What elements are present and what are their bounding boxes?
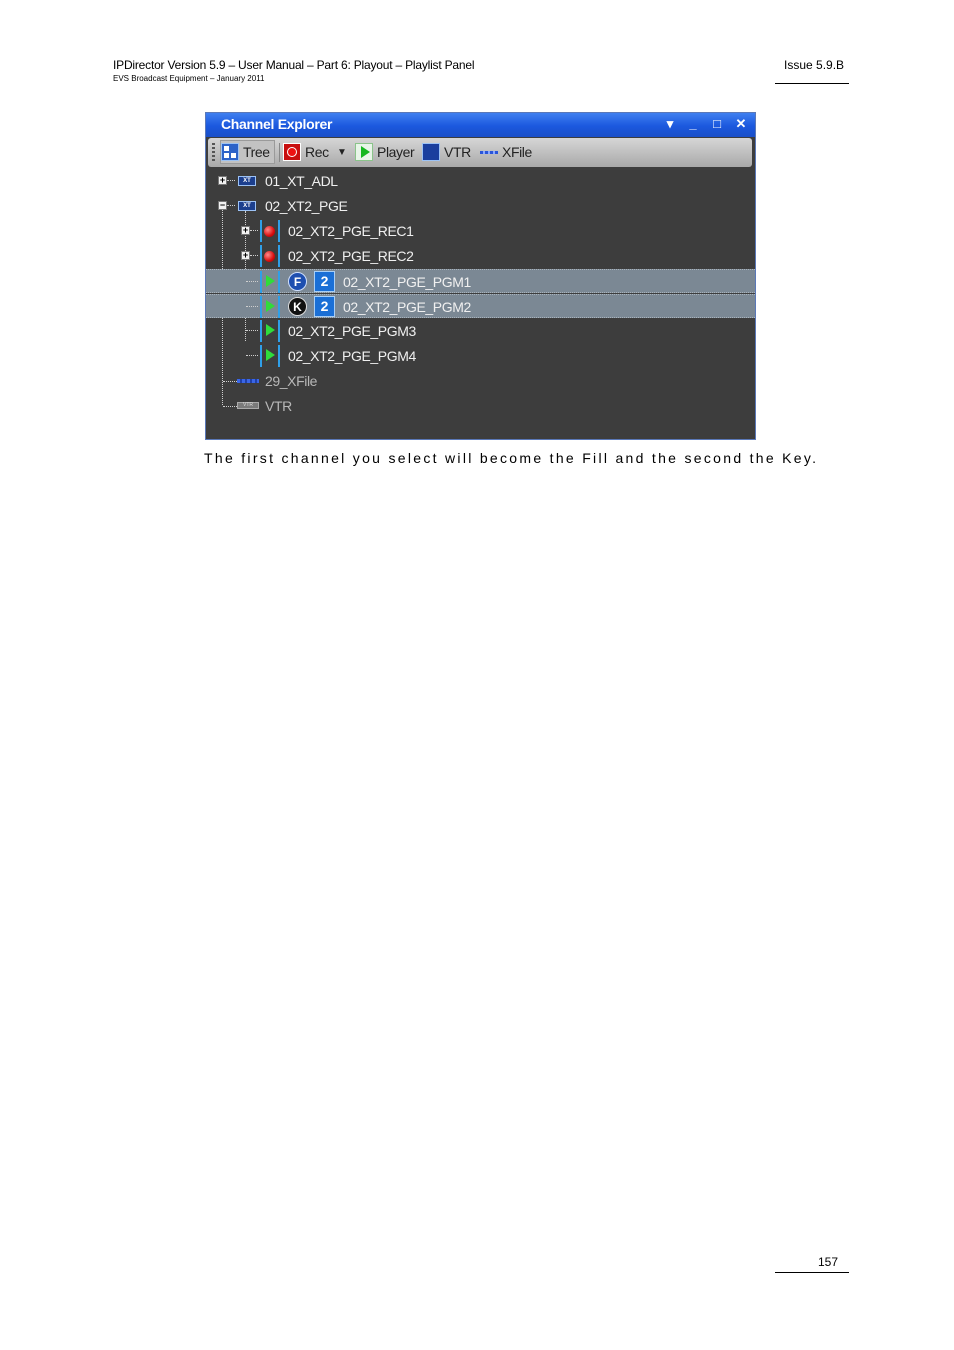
vtr-button[interactable]: VTR <box>422 140 471 164</box>
expand-icon[interactable]: + <box>218 176 227 185</box>
tree-line <box>246 281 258 282</box>
xfile-icon <box>480 143 498 161</box>
close-button[interactable]: ✕ <box>732 115 750 133</box>
xfile-button[interactable]: XFile <box>480 140 532 164</box>
dropdown-button[interactable]: ▾ <box>661 115 679 133</box>
channel-explorer-window: Channel Explorer ▾ _ □ ✕ Tree Rec ▼ Play… <box>205 112 756 440</box>
play-icon <box>266 324 275 336</box>
tree-button-label: Tree <box>243 144 270 160</box>
play-icon <box>355 143 373 161</box>
tree-item-xfile[interactable]: 29_XFile <box>206 369 755 393</box>
page-number: 157 <box>818 1255 839 1269</box>
play-icon <box>266 300 275 312</box>
key-badge-icon: K <box>288 297 307 316</box>
tree-line <box>227 205 235 206</box>
tree-item-label: 02_XT2_PGE <box>265 198 348 214</box>
tree-item-label: 02_XT2_PGE_PGM3 <box>288 323 416 339</box>
minimize-button[interactable]: _ <box>684 115 702 133</box>
tree-item-pgm2[interactable]: K 2 02_XT2_PGE_PGM2 <box>206 294 755 318</box>
tree-item-label: 02_XT2_PGE_REC2 <box>288 248 414 264</box>
rec-button[interactable]: Rec <box>283 140 329 164</box>
tree-icon <box>221 143 239 161</box>
header-issue: Issue 5.9.B <box>784 58 845 72</box>
tree-item-02-xt2-pge[interactable]: − XT 02_XT2_PGE <box>206 194 755 218</box>
maximize-button[interactable]: □ <box>708 115 726 133</box>
play-icon <box>266 275 275 287</box>
number-badge: 2 <box>314 296 335 317</box>
tree-item-rec2[interactable]: + 02_XT2_PGE_REC2 <box>206 244 755 268</box>
tree-item-label: VTR <box>265 398 292 414</box>
xfile-button-label: XFile <box>502 144 532 160</box>
window-titlebar: Channel Explorer ▾ _ □ ✕ <box>206 113 755 137</box>
vtr-icon: VTR <box>237 402 259 409</box>
tree-item-label: 02_XT2_PGE_PGM1 <box>343 274 471 290</box>
rec-dropdown-button[interactable]: ▼ <box>337 140 347 164</box>
fill-badge-icon: F <box>288 272 307 291</box>
play-icon <box>266 349 275 361</box>
tree-button[interactable]: Tree <box>220 140 275 164</box>
header-title: IPDirector Version 5.9 – User Manual – P… <box>113 58 475 72</box>
vtr-button-label: VTR <box>444 144 471 160</box>
expand-icon[interactable]: + <box>241 226 250 235</box>
collapse-icon[interactable]: − <box>218 201 227 210</box>
tree-item-label: 01_XT_ADL <box>265 173 338 189</box>
rec-button-label: Rec <box>305 144 329 160</box>
tree-item-pgm1[interactable]: F 2 02_XT2_PGE_PGM1 <box>206 269 755 293</box>
tree-line <box>227 180 235 181</box>
player-button[interactable]: Player <box>355 140 415 164</box>
vtr-icon <box>422 143 440 161</box>
tree-item-pgm4[interactable]: 02_XT2_PGE_PGM4 <box>206 344 755 368</box>
xfile-icon <box>237 379 259 383</box>
header-rule <box>775 83 849 84</box>
expand-icon[interactable]: + <box>241 251 250 260</box>
tree-line <box>246 306 258 307</box>
record-icon <box>283 143 301 161</box>
record-icon <box>264 226 275 237</box>
tree-line <box>246 330 258 331</box>
tree-item-pgm3[interactable]: 02_XT2_PGE_PGM3 <box>206 319 755 343</box>
tree-item-label: 02_XT2_PGE_PGM2 <box>343 299 471 315</box>
tree-line <box>250 230 258 231</box>
xt-server-icon: XT <box>238 176 256 186</box>
number-badge: 2 <box>314 271 335 292</box>
tree-line <box>246 355 258 356</box>
chevron-down-icon: ▼ <box>337 146 347 158</box>
window-title: Channel Explorer <box>221 116 333 132</box>
header-subtitle: EVS Broadcast Equipment – January 2011 <box>113 74 265 83</box>
xt-server-icon: XT <box>238 201 256 211</box>
tree-item-label: 02_XT2_PGE_REC1 <box>288 223 414 239</box>
record-icon <box>264 251 275 262</box>
channel-tree: + XT 01_XT_ADL − XT 02_XT2_PGE + 02_XT2_… <box>206 169 755 439</box>
tree-item-label: 02_XT2_PGE_PGM4 <box>288 348 416 364</box>
tree-item-01-xt-adl[interactable]: + XT 01_XT_ADL <box>206 169 755 193</box>
tree-line <box>250 255 258 256</box>
toolbar: Tree Rec ▼ Player VTR XFile <box>208 138 752 167</box>
figure-caption: The first channel you select will become… <box>204 450 819 466</box>
toolbar-grip[interactable] <box>212 143 215 163</box>
tree-item-rec1[interactable]: + 02_XT2_PGE_REC1 <box>206 219 755 243</box>
footer-rule <box>775 1272 849 1273</box>
tree-item-label: 29_XFile <box>265 373 318 389</box>
player-button-label: Player <box>377 144 415 160</box>
toolbar-separator <box>279 143 280 162</box>
tree-item-vtr[interactable]: VTR VTR <box>206 394 755 418</box>
